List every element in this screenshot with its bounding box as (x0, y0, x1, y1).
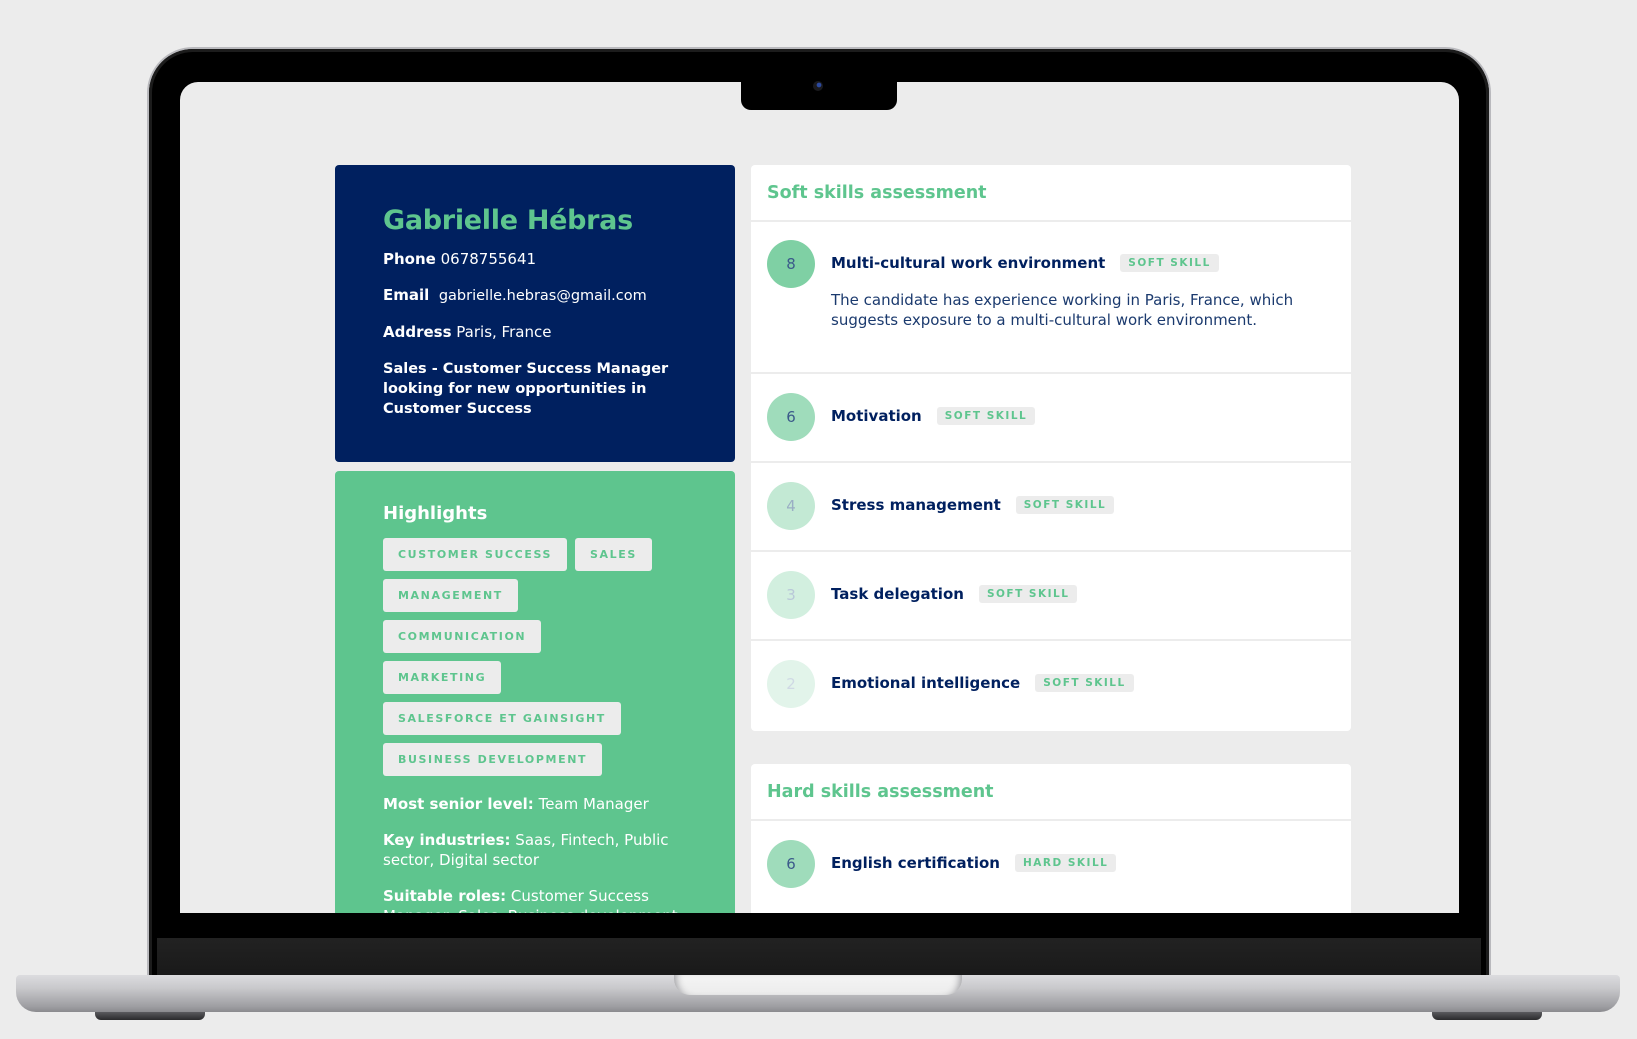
skill-type-badge: SOFT SKILL (1015, 496, 1115, 514)
skill-description: The candidate has experience working in … (831, 291, 1294, 329)
email-line: Email gabrielle.hebras@gmail.com (383, 286, 687, 306)
skill-score: 2 (767, 660, 815, 708)
skill-score: 3 (767, 571, 815, 619)
skill-type-badge: SOFT SKILL (936, 407, 1036, 425)
phone-label: Phone (383, 250, 436, 268)
skill-row: 4 Stress management SOFT SKILL (751, 463, 1351, 552)
highlights-title: Highlights (383, 503, 488, 524)
skill-name: Multi-cultural work environment (831, 254, 1106, 272)
laptop-screen: Gabrielle Hébras Phone 0678755641 Email … (180, 82, 1459, 913)
hard-skills-title: Hard skills assessment (767, 781, 994, 802)
profile-card: Gabrielle Hébras Phone 0678755641 Email … (335, 165, 735, 462)
soft-skills-panel: Soft skills assessment 8 Multi-cultural … (751, 165, 1351, 731)
senior-level-label: Most senior level: (383, 795, 534, 813)
address-line: Address Paris, France (383, 323, 687, 342)
laptop-foot (1432, 1012, 1542, 1020)
skill-type-badge: SOFT SKILL (1120, 254, 1219, 272)
email-label: Email (383, 286, 430, 304)
candidate-headline: Sales - Customer Success Manager looking… (383, 361, 669, 417)
hard-skills-header: Hard skills assessment (751, 764, 1351, 821)
highlight-tags: CUSTOMER SUCCESS SALES MANAGEMENT COMMUN… (383, 538, 683, 776)
skill-name: Task delegation (831, 585, 964, 603)
address-value: Paris, France (456, 323, 552, 341)
phone-line: Phone 0678755641 (383, 250, 687, 269)
highlight-tag: MANAGEMENT (383, 579, 518, 612)
address-label: Address (383, 323, 452, 341)
skill-row: 2 Emotional intelligence SOFT SKILL (751, 641, 1351, 729)
soft-skills-title: Soft skills assessment (767, 182, 987, 203)
highlight-tag: SALESFORCE ET GAINSIGHT (383, 702, 621, 735)
senior-level-value: Team Manager (538, 795, 649, 813)
laptop-foot (95, 1012, 205, 1020)
highlight-tag: SALES (575, 538, 652, 571)
skill-type-badge: SOFT SKILL (1035, 674, 1134, 692)
soft-skills-header: Soft skills assessment (751, 165, 1351, 222)
skill-score: 8 (767, 240, 815, 288)
suitable-roles-label: Suitable roles: (383, 887, 507, 905)
email-value[interactable]: gabrielle.hebras@gmail.com (439, 288, 647, 304)
skill-score: 4 (767, 482, 815, 530)
skill-row: 6 Motivation SOFT SKILL (751, 374, 1351, 463)
skill-row: 3 Task delegation SOFT SKILL (751, 552, 1351, 641)
skill-score: 6 (767, 840, 815, 888)
skill-name: English certification (831, 854, 1000, 872)
skill-name: Motivation (831, 407, 922, 425)
skill-name: Emotional intelligence (831, 674, 1021, 692)
phone-value: 0678755641 (440, 250, 537, 268)
skill-row: 8 Multi-cultural work environment SOFT S… (751, 222, 1351, 374)
skill-score: 6 (767, 393, 815, 441)
laptop-chin (157, 938, 1481, 976)
skill-type-badge: SOFT SKILL (978, 585, 1078, 603)
key-industries-label: Key industries: (383, 831, 511, 849)
highlights-card: Highlights CUSTOMER SUCCESS SALES MANAGE… (335, 471, 735, 913)
highlight-tag: CUSTOMER SUCCESS (383, 538, 568, 571)
highlight-tag: COMMUNICATION (383, 620, 542, 653)
highlight-tag: BUSINESS DEVELOPMENT (383, 743, 603, 776)
hard-skills-panel: Hard skills assessment 6 English certifi… (751, 764, 1351, 913)
skill-name: Stress management (831, 496, 1001, 514)
candidate-name: Gabrielle Hébras (383, 205, 633, 236)
skill-row: 6 English certification HARD SKILL (751, 821, 1351, 913)
senior-level: Most senior level: Team Manager (383, 794, 683, 814)
camera-icon (813, 81, 823, 91)
laptop-opening-notch (674, 975, 962, 995)
skill-type-badge: HARD SKILL (1014, 854, 1117, 872)
suitable-roles: Suitable roles: Customer Success Manager… (383, 886, 683, 913)
highlight-tag: MARKETING (383, 661, 502, 694)
key-industries: Key industries: Saas, Fintech, Public se… (383, 830, 683, 870)
